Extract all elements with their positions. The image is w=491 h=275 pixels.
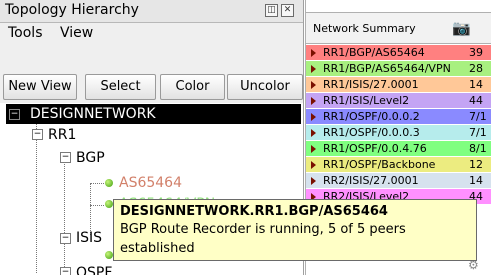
expand-arrow-icon[interactable] — [311, 129, 316, 137]
expand-arrow-icon[interactable] — [311, 49, 316, 57]
summary-row[interactable]: RR1/OSPF/0.0.4.76 8/1 — [306, 141, 491, 157]
tooltip-heading: DESIGNNETWORK.RR1.BGP/AS65464 — [120, 204, 388, 219]
summary-row[interactable]: RR1/BGP/AS65464/VPN 28 — [306, 61, 491, 77]
detach-icon[interactable]: ◫ — [265, 4, 278, 17]
status-ok-icon — [105, 179, 113, 187]
tree-node-designnetwork[interactable]: − DESIGNNETWORK — [6, 104, 301, 124]
tree-node-label: RR1 — [48, 127, 77, 143]
menu-tools[interactable]: Tools — [8, 25, 43, 41]
collapse-icon[interactable]: − — [9, 109, 20, 120]
tree-node-label: DESIGNNETWORK — [30, 106, 156, 122]
status-ok-icon — [105, 200, 113, 208]
uncolor-button[interactable]: Uncolor — [227, 74, 303, 100]
collapse-icon[interactable]: − — [60, 233, 71, 244]
summary-row[interactable]: RR1/ISIS/Level2 44 — [306, 93, 491, 109]
expand-arrow-icon[interactable] — [311, 81, 316, 89]
collapse-icon[interactable]: − — [60, 152, 71, 163]
toolbar: New View Select Color Uncolor — [0, 69, 303, 103]
expand-arrow-icon[interactable] — [311, 145, 316, 153]
tree-node-label: ISIS — [76, 230, 103, 246]
tree-node-as65464[interactable]: AS65464 — [4, 173, 294, 193]
summary-title: Network Summary — [313, 22, 416, 35]
status-ok-icon — [105, 251, 113, 259]
panel-titlebar: Topology Hierarchy ◫ ✕ — [0, 0, 303, 23]
summary-row[interactable]: RR1/OSPF/0.0.0.3 7/1 — [306, 125, 491, 141]
tree-node-label: AS65464 — [119, 175, 182, 191]
summary-header: Network Summary 📷 — [306, 12, 491, 44]
menu-bar: Tools View — [0, 23, 303, 69]
menu-view[interactable]: View — [60, 25, 93, 41]
panel-title: Topology Hierarchy — [5, 2, 139, 18]
summary-row[interactable]: RR1/OSPF/0.0.0.2 7/1 — [306, 109, 491, 125]
tree-node-label: OSPF — [76, 265, 113, 275]
tree-node-ospf[interactable]: − OSPF — [4, 263, 294, 275]
summary-row[interactable]: RR1/ISIS/27.0001 14 — [306, 77, 491, 93]
tooltip-body: BGP Route Recorder is running, 5 of 5 pe… — [120, 222, 406, 256]
color-button[interactable]: Color — [160, 74, 225, 100]
tree-node-label: BGP — [76, 150, 105, 166]
node-tooltip: DESIGNNETWORK.RR1.BGP/AS65464 BGP Route … — [113, 199, 477, 261]
select-button[interactable]: Select — [85, 74, 156, 100]
summary-row[interactable]: RR2/ISIS/27.0001 14 — [306, 173, 491, 189]
tree-node-bgp[interactable]: − BGP — [4, 148, 294, 168]
expand-arrow-icon[interactable] — [311, 113, 316, 121]
collapse-icon[interactable]: − — [60, 267, 71, 275]
collapse-icon[interactable]: − — [32, 129, 43, 140]
expand-arrow-icon[interactable] — [311, 65, 316, 73]
expand-arrow-icon[interactable] — [311, 97, 316, 105]
new-view-button[interactable]: New View — [3, 74, 77, 100]
tree-node-rr1[interactable]: − RR1 — [4, 125, 294, 145]
expand-arrow-icon[interactable] — [311, 177, 316, 185]
camera-icon[interactable]: 📷 — [452, 19, 471, 37]
summary-row[interactable]: RR1/BGP/AS65464 39 — [306, 45, 491, 61]
expand-arrow-icon[interactable] — [311, 161, 316, 169]
close-icon[interactable]: ✕ — [281, 4, 294, 17]
summary-row[interactable]: RR1/OSPF/Backbone 12 — [306, 157, 491, 173]
